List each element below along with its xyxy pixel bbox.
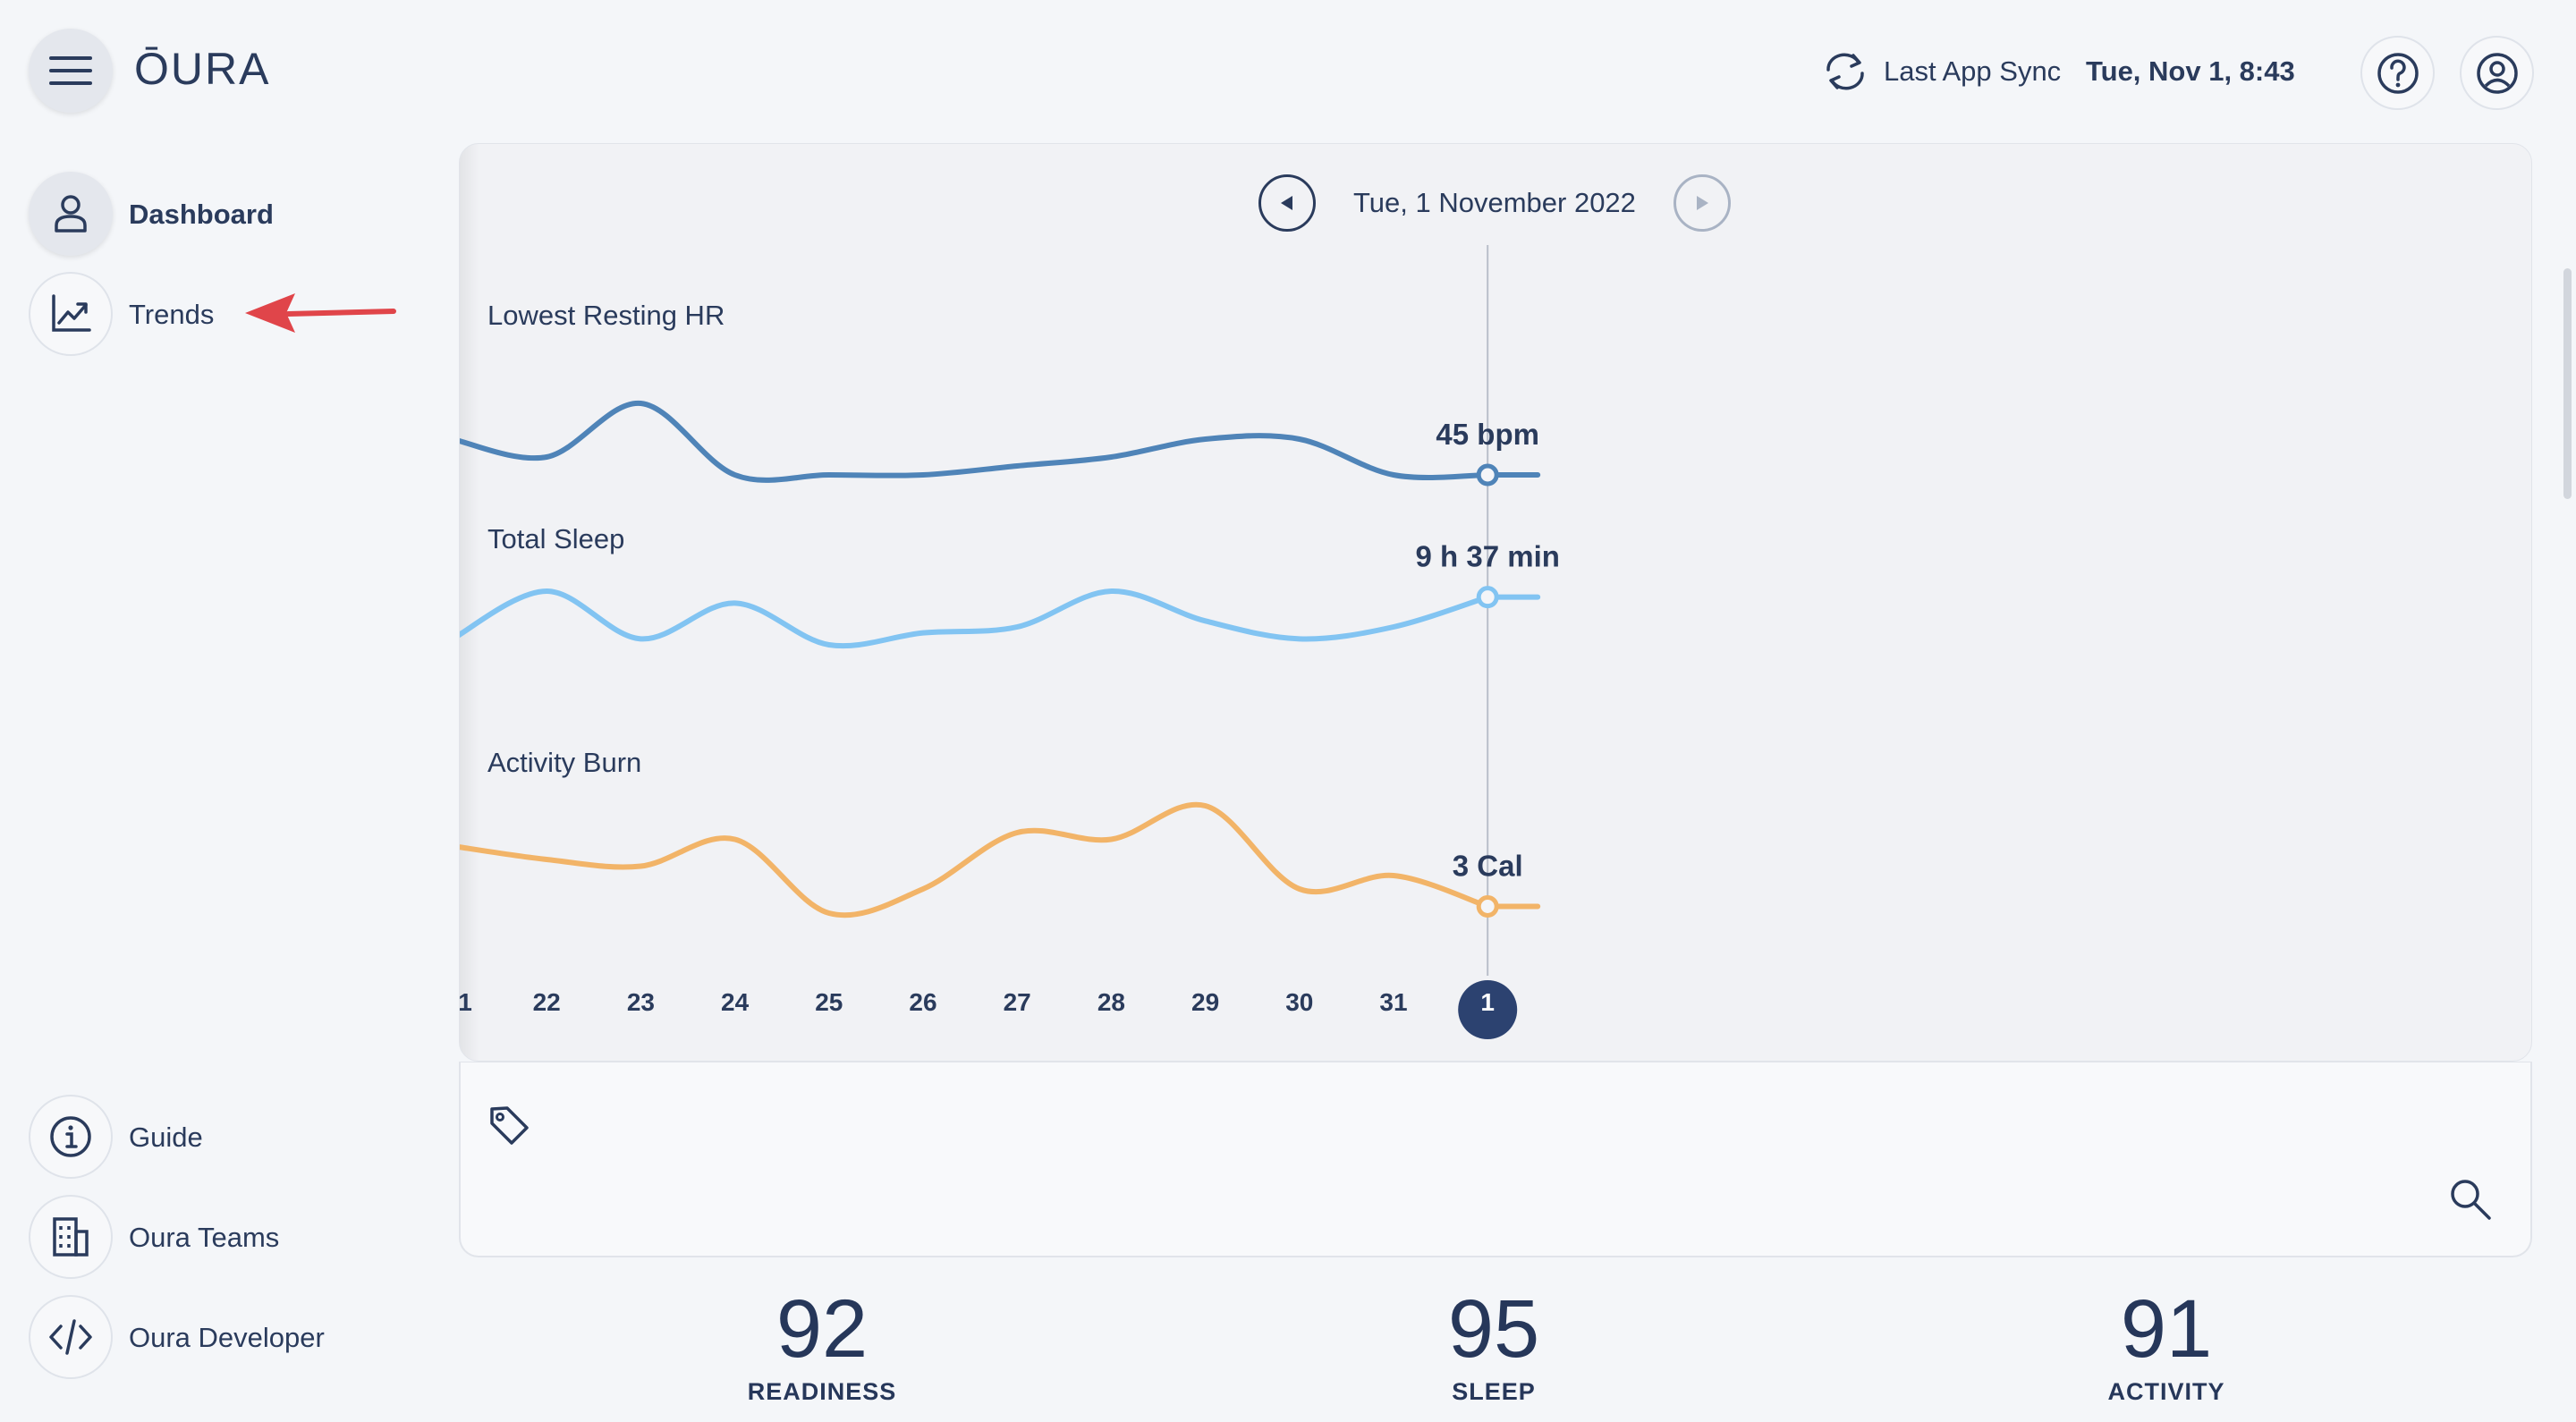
hamburger-icon <box>49 56 92 85</box>
series-value-label: 9 h 37 min <box>1416 540 1560 573</box>
help-icon <box>2377 52 2419 94</box>
x-tick-label: 27 <box>1004 988 1031 1016</box>
x-tick-label: 24 <box>721 988 750 1016</box>
series-point-selected <box>1476 463 1499 487</box>
oura-logo: ŌURA <box>134 44 271 94</box>
score-value: 91 <box>2120 1283 2213 1375</box>
series-value-label: 3 Cal <box>1453 850 1523 883</box>
sidebar-item-oura-teams[interactable]: Oura Teams <box>29 1195 351 1281</box>
sidebar-item-label: Trends <box>129 299 215 330</box>
score-sleep[interactable]: 95 SLEEP <box>1360 1288 1628 1422</box>
profile-button[interactable] <box>2460 36 2534 110</box>
annotation-arrow <box>245 293 396 333</box>
x-tick-label: 25 <box>815 988 843 1016</box>
sidebar-item-label: Dashboard <box>129 199 274 230</box>
sync-label: Last App Sync <box>1884 55 2062 87</box>
sidebar-item-oura-developer[interactable]: Oura Developer <box>29 1295 386 1381</box>
x-tick-label: 31 <box>1379 988 1407 1016</box>
building-icon <box>53 1217 89 1257</box>
info-icon <box>50 1116 91 1157</box>
dashboard-icon-button <box>29 172 113 256</box>
teams-icon-button <box>29 1195 113 1279</box>
search-icon[interactable] <box>2447 1176 2494 1223</box>
series-line <box>460 801 1541 918</box>
series-line <box>460 588 1541 649</box>
sidebar-item-label: Oura Teams <box>129 1222 280 1253</box>
trends-icon-button <box>29 272 113 356</box>
series-line <box>460 400 1541 483</box>
x-tick-label: 29 <box>1191 988 1219 1016</box>
series-point-selected <box>1476 895 1499 918</box>
sidebar-item-label: Guide <box>129 1122 203 1153</box>
code-icon <box>49 1319 92 1355</box>
guide-icon-button <box>29 1095 113 1179</box>
trends-chart-panel: Tue, 1 November 2022 Lowest Resting HR T… <box>459 143 2532 1062</box>
sidebar-item-label: Oura Developer <box>129 1322 325 1353</box>
series-point-selected <box>1476 586 1499 609</box>
score-label: SLEEP <box>1452 1378 1536 1405</box>
sync-icon <box>1826 53 1864 90</box>
x-tick-label: 30 <box>1285 988 1313 1016</box>
x-tick-label: 1 <box>1480 988 1495 1016</box>
x-tick-label: 28 <box>1097 988 1125 1016</box>
person-icon <box>55 195 87 233</box>
score-readiness[interactable]: 92 READINESS <box>688 1288 956 1422</box>
score-label: READINESS <box>747 1378 897 1405</box>
x-tick-label: 26 <box>909 988 936 1016</box>
trends-line-chart: 45 bpm 9 h 37 min 3 Cal 1 22 23 24 25 26 27 28 29 30… <box>460 245 1560 1039</box>
x-tick-label: 1 <box>460 988 472 1016</box>
help-button[interactable] <box>2360 36 2435 110</box>
x-tick-label: 22 <box>533 988 561 1016</box>
developer-icon-button <box>29 1295 113 1379</box>
score-value: 95 <box>1447 1283 1540 1375</box>
menu-button[interactable] <box>29 29 113 113</box>
sidebar-item-dashboard[interactable]: Dashboard <box>29 172 297 258</box>
sidebar-item-guide[interactable]: Guide <box>29 1095 351 1181</box>
tag-panel <box>459 1062 2532 1257</box>
score-activity[interactable]: 91 ACTIVITY <box>2032 1288 2301 1422</box>
score-label: ACTIVITY <box>2107 1378 2225 1405</box>
trend-chart-icon <box>52 294 91 332</box>
series-value-label: 45 bpm <box>1436 418 1539 451</box>
account-icon <box>2476 52 2518 94</box>
score-value: 92 <box>775 1283 869 1375</box>
scrollbar-thumb[interactable] <box>2563 268 2572 499</box>
tag-icon[interactable] <box>487 1104 530 1147</box>
x-tick-label: 23 <box>627 988 655 1016</box>
sync-timestamp: Tue, Nov 1, 8:43 <box>2086 55 2295 87</box>
